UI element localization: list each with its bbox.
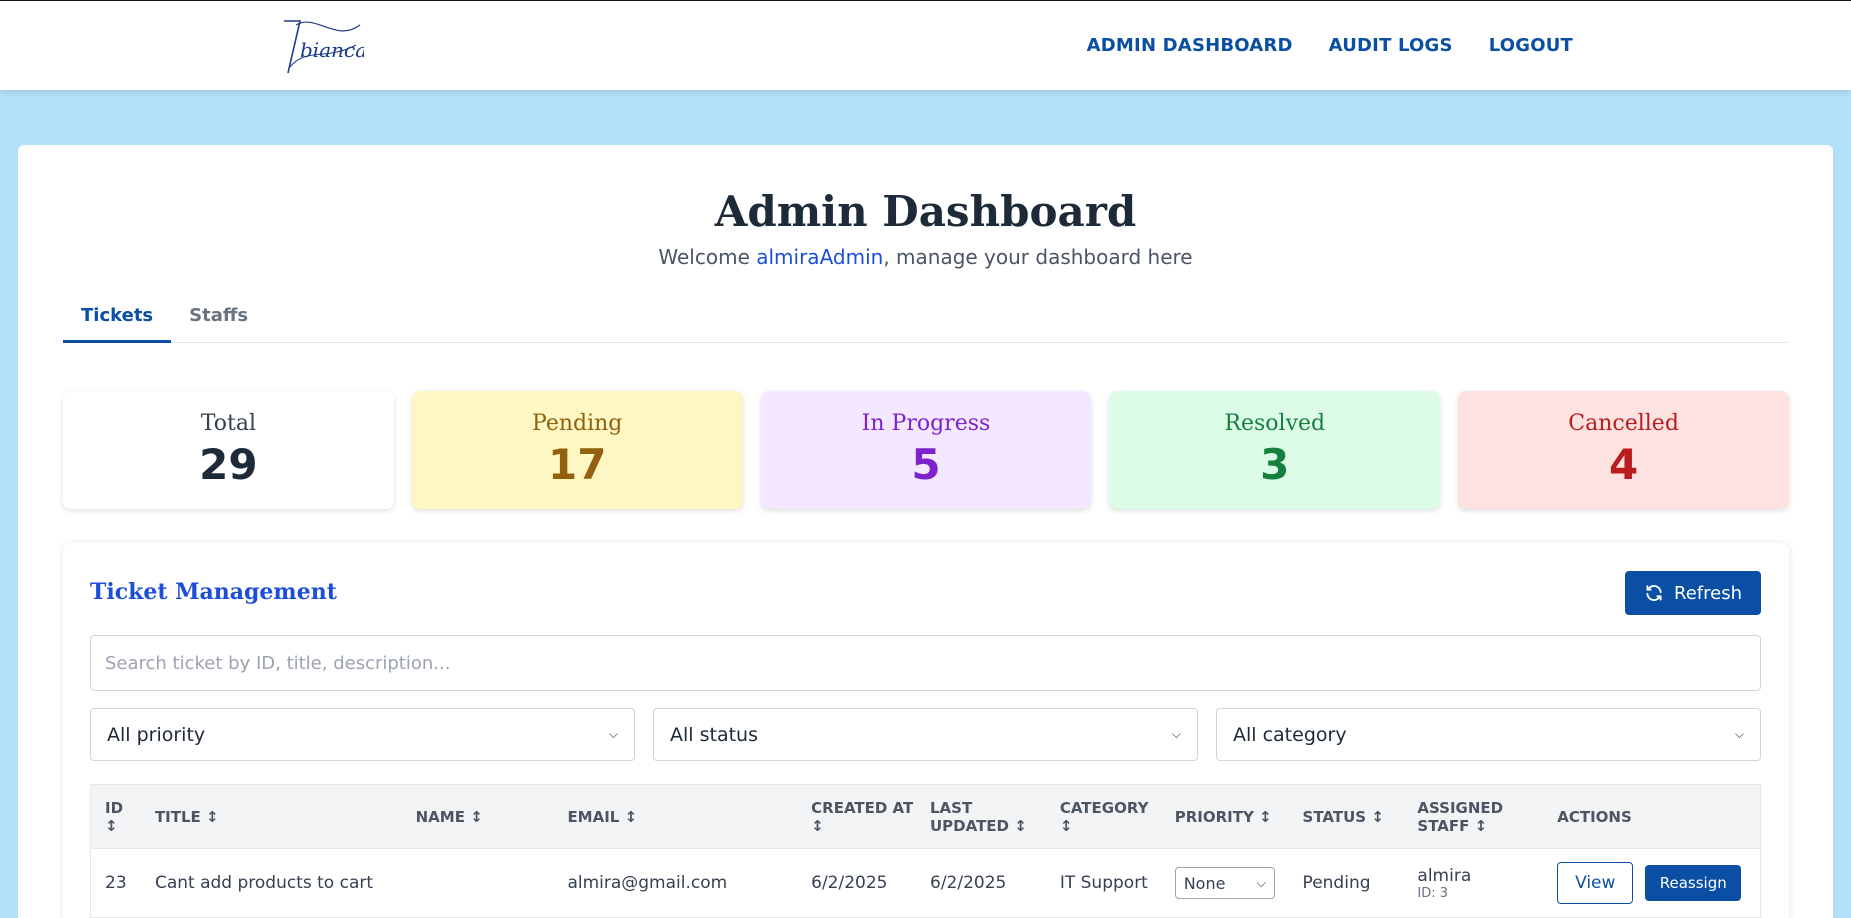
stat-label: Resolved xyxy=(1224,411,1326,436)
stat-card-in-progress: In Progress 5 xyxy=(760,391,1092,509)
header-title[interactable]: TITLE ↕ xyxy=(141,808,402,826)
priority-filter-value: All priority xyxy=(107,723,206,746)
search-input[interactable] xyxy=(90,635,1761,691)
status-filter[interactable]: All status ⌵ xyxy=(653,708,1198,761)
header-label: CATEGORY xyxy=(1059,798,1149,817)
header-status[interactable]: STATUS ↕ xyxy=(1289,808,1404,826)
tab-tickets[interactable]: Tickets xyxy=(63,303,172,343)
sort-icon: ↕ xyxy=(206,807,219,826)
status-filter-value: All status xyxy=(670,723,758,746)
refresh-label: Refresh xyxy=(1674,582,1742,604)
page-title: Admin Dashboard xyxy=(714,187,1137,236)
sort-icon: ↕ xyxy=(1059,816,1073,835)
panel-title: Ticket Management xyxy=(90,579,337,605)
stat-label: Cancelled xyxy=(1568,411,1679,436)
nav-admin-dashboard[interactable]: ADMIN DASHBOARD xyxy=(1087,35,1293,56)
staff-id: ID: 3 xyxy=(1417,885,1449,901)
header-email[interactable]: EMAIL ↕ xyxy=(553,808,797,826)
sort-icon: ↕ xyxy=(1371,807,1384,826)
stat-card-pending: Pending 17 xyxy=(411,391,743,509)
nav-audit-logs[interactable]: AUDIT LOGS xyxy=(1329,35,1453,56)
header-label: EMAIL xyxy=(567,807,620,826)
cell-category: IT Support xyxy=(1059,873,1148,893)
header-label: ASSIGNED STAFF xyxy=(1417,798,1504,835)
chevron-down-icon: ⌵ xyxy=(1734,727,1744,741)
staff-name: almira xyxy=(1417,865,1472,886)
category-filter-value: All category xyxy=(1233,723,1347,746)
priority-select-value: None xyxy=(1183,873,1226,893)
cell-id: 23 xyxy=(105,873,127,893)
cell-created-at: 6/2/2025 xyxy=(811,873,888,893)
stat-value: 4 xyxy=(1608,440,1639,489)
header-label: ID xyxy=(105,798,124,817)
tab-bar: Tickets Staffs xyxy=(63,303,1789,343)
header-label: NAME xyxy=(415,807,465,826)
stat-value: 5 xyxy=(911,440,941,489)
dashboard-card: Admin Dashboard Welcome almiraAdmin, man… xyxy=(18,145,1833,918)
sort-icon: ↕ xyxy=(105,816,118,835)
stat-label: In Progress xyxy=(861,411,991,436)
table-row: 23 Cant add products to cart almira@gmai… xyxy=(91,849,1760,917)
cell-email: almira@gmail.com xyxy=(567,873,728,893)
header-last-updated[interactable]: LAST UPDATED ↕ xyxy=(916,799,1046,835)
sort-icon: ↕ xyxy=(470,807,483,826)
header-label: PRIORITY xyxy=(1174,807,1254,826)
priority-select[interactable]: None ⌵ xyxy=(1174,867,1275,899)
cell-title: Cant add products to cart xyxy=(154,873,374,893)
header-label: TITLE xyxy=(154,807,201,826)
sort-icon: ↕ xyxy=(1474,816,1488,835)
chevron-down-icon: ⌵ xyxy=(1171,727,1181,741)
welcome-prefix: Welcome xyxy=(658,245,757,269)
stats-row: Total 29 Pending 17 In Progress 5 Resolv… xyxy=(63,391,1789,509)
header-name[interactable]: NAME ↕ xyxy=(402,808,554,826)
welcome-message: Welcome almiraAdmin, manage your dashboa… xyxy=(18,245,1833,269)
header-label: STATUS xyxy=(1302,807,1367,826)
header-actions: ACTIONS xyxy=(1557,807,1632,826)
main-nav: ADMIN DASHBOARD AUDIT LOGS LOGOUT xyxy=(1087,35,1573,56)
stat-value: 3 xyxy=(1260,440,1290,489)
header-priority[interactable]: PRIORITY ↕ xyxy=(1161,808,1289,826)
header-created-at[interactable]: CREATED AT ↕ xyxy=(797,799,916,835)
stat-label: Pending xyxy=(532,411,623,436)
refresh-icon xyxy=(1646,585,1662,601)
stat-card-total: Total 29 xyxy=(63,391,394,509)
cell-priority: None ⌵ xyxy=(1161,867,1289,899)
category-filter[interactable]: All category ⌵ xyxy=(1216,708,1761,761)
cell-assigned-staff: almira ID: 3 xyxy=(1403,866,1543,901)
view-button[interactable]: View xyxy=(1557,862,1634,904)
header-label: CREATED AT xyxy=(811,798,914,817)
welcome-username: almiraAdmin xyxy=(756,245,884,269)
priority-filter[interactable]: All priority ⌵ xyxy=(90,708,635,761)
filter-row: All priority ⌵ All status ⌵ All category… xyxy=(90,708,1761,761)
stat-card-resolved: Resolved 3 xyxy=(1109,391,1441,509)
stat-card-cancelled: Cancelled 4 xyxy=(1458,391,1789,509)
header-label: LAST UPDATED xyxy=(930,798,1009,835)
header-id[interactable]: ID ↕ xyxy=(91,799,141,835)
sort-icon: ↕ xyxy=(1014,816,1027,835)
tab-staffs[interactable]: Staffs xyxy=(171,303,266,343)
top-navbar: bianca ADMIN DASHBOARD AUDIT LOGS LOGOUT xyxy=(0,0,1851,90)
header-category[interactable]: CATEGORY ↕ xyxy=(1046,799,1161,835)
ticket-management-panel: Ticket Management Refresh All priority ⌵… xyxy=(63,543,1789,918)
stat-value: 17 xyxy=(547,440,607,489)
reassign-button[interactable]: Reassign xyxy=(1645,865,1742,901)
sort-icon: ↕ xyxy=(624,807,638,826)
table-header: ID ↕ TITLE ↕ NAME ↕ EMAIL ↕ CREATED AT ↕ … xyxy=(91,785,1760,849)
tickets-table: ID ↕ TITLE ↕ NAME ↕ EMAIL ↕ CREATED AT ↕ … xyxy=(90,784,1761,918)
bianca-logo[interactable]: bianca xyxy=(276,17,364,77)
refresh-button[interactable]: Refresh xyxy=(1625,571,1761,615)
nav-logout[interactable]: LOGOUT xyxy=(1489,35,1573,56)
cell-actions: View Reassign xyxy=(1543,862,1760,904)
header-assigned-staff[interactable]: ASSIGNED STAFF ↕ xyxy=(1403,799,1543,835)
stat-label: Total xyxy=(200,411,256,436)
stat-value: 29 xyxy=(199,440,258,489)
chevron-down-icon: ⌵ xyxy=(608,727,618,741)
logo-wordmark: bianca xyxy=(300,38,364,62)
welcome-suffix: , manage your dashboard here xyxy=(883,245,1193,269)
sort-icon: ↕ xyxy=(1259,807,1272,826)
cell-status: Pending xyxy=(1302,873,1371,893)
cell-last-updated: 6/2/2025 xyxy=(930,873,1007,893)
chevron-down-icon: ⌵ xyxy=(1256,875,1266,890)
sort-icon: ↕ xyxy=(811,816,824,835)
